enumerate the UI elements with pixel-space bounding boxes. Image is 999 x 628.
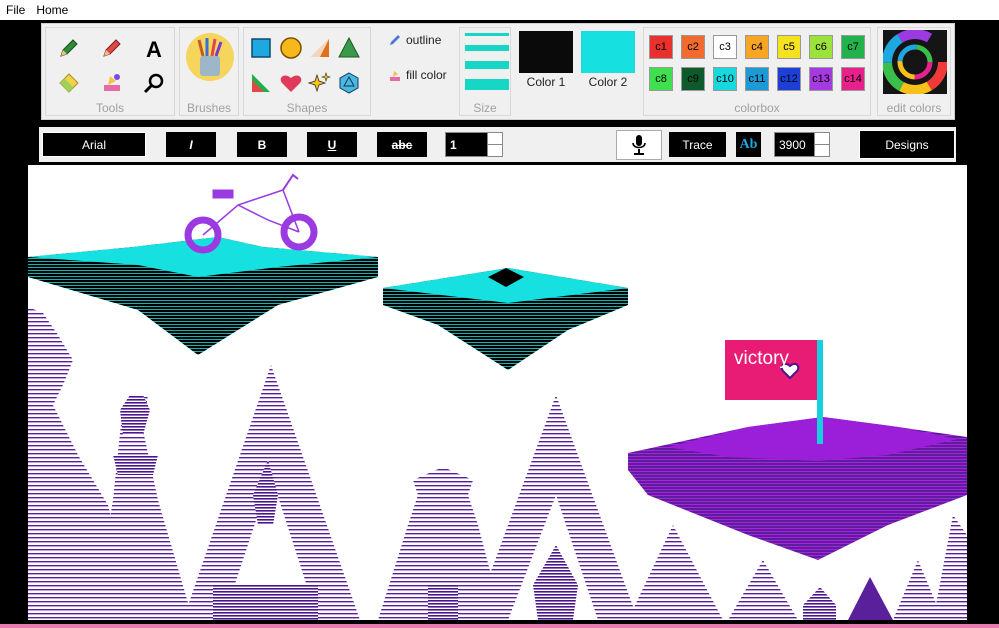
trace-button[interactable]: Trace	[669, 132, 726, 157]
svg-text:A: A	[146, 37, 162, 60]
small-peak-3	[803, 587, 836, 620]
sparkles-icon[interactable]	[307, 70, 333, 96]
color-swatch-c3[interactable]: c3	[713, 35, 737, 59]
size-group-label: Size	[473, 101, 497, 115]
menu-bar: File Home	[0, 0, 999, 20]
middle-pyramid	[473, 395, 638, 620]
outline-button[interactable]: outline	[388, 33, 441, 47]
size-option-1[interactable]	[465, 33, 509, 36]
colorbox-group-label: colorbox	[734, 101, 780, 115]
microphone-button[interactable]	[616, 130, 662, 160]
circle-shape-icon[interactable]	[278, 35, 304, 61]
right-triangle-shape-icon[interactable]	[307, 35, 333, 61]
format-bar: Arial I B U abc 1 Trace Ab 3900 Designs	[39, 127, 956, 162]
square-shape-icon[interactable]	[248, 35, 274, 61]
menu-home[interactable]: Home	[31, 3, 73, 17]
color-swatch-c5[interactable]: c5	[777, 35, 801, 59]
edit-colors-group: edit colors	[877, 27, 951, 116]
color-swatch-c14[interactable]: c14	[841, 67, 865, 91]
star-island-middle	[383, 268, 628, 370]
red-pencil-icon[interactable]	[99, 35, 125, 61]
underline-button[interactable]: U	[307, 132, 357, 157]
color-swatch-c4[interactable]: c4	[745, 35, 769, 59]
menu-file[interactable]: File	[1, 3, 30, 17]
trace-value-arrows[interactable]	[814, 133, 829, 156]
size-option-4[interactable]	[465, 79, 509, 90]
font-name-select[interactable]: Arial	[42, 132, 146, 157]
size-option-3[interactable]	[465, 61, 509, 69]
shapes-group-label: Shapes	[286, 101, 328, 115]
trace-value-stepper[interactable]: 3900	[774, 132, 830, 157]
color1-label: Color 1	[526, 75, 566, 89]
tall-pyramid	[183, 365, 360, 620]
tools-group-label: Tools	[95, 101, 124, 115]
color-swatch-c1[interactable]: c1	[649, 35, 673, 59]
gradient-triangle-icon[interactable]	[248, 70, 274, 96]
size-group: Size	[459, 27, 511, 116]
canvas-artwork	[28, 173, 967, 620]
floating-island-left	[28, 237, 378, 355]
fill-color-bucket-icon	[390, 71, 400, 81]
outline-label: outline	[406, 33, 442, 47]
drawing-canvas[interactable]: victory	[28, 165, 967, 620]
fill-color-label: fill color	[406, 68, 447, 82]
color-swatch-c8[interactable]: c8	[649, 67, 673, 91]
brushes-icon[interactable]	[184, 31, 236, 83]
colorbox-group: c1 c2 c3 c4 c5 c6 c7 c8 c9 c10 c11 c12 c13 c14 colorb…	[643, 27, 871, 116]
flag-text: victory	[734, 348, 789, 369]
brushes-group-label: Brushes	[186, 101, 232, 115]
font-size-arrows[interactable]	[487, 133, 502, 156]
font-size-stepper[interactable]: 1	[445, 132, 503, 157]
color-swatch-c10[interactable]: c10	[713, 67, 737, 91]
small-peak-4	[848, 577, 893, 620]
color-wheel-icon[interactable]	[883, 30, 947, 94]
color-swatch-c7[interactable]: c7	[841, 35, 865, 59]
color-swatch-c13[interactable]: c13	[809, 67, 833, 91]
bold-button[interactable]: B	[237, 132, 287, 157]
color2-label: Color 2	[588, 75, 628, 89]
text-style-button[interactable]: Ab	[736, 132, 761, 157]
color-swatch-c6[interactable]: c6	[809, 35, 833, 59]
triangle-shape-icon[interactable]	[336, 35, 362, 61]
text-tool-icon[interactable]: A	[141, 35, 167, 61]
strikethrough-button[interactable]: abc	[377, 132, 427, 157]
color2-swatch[interactable]	[581, 31, 635, 73]
eraser-icon[interactable]	[56, 70, 82, 96]
pencil-icon[interactable]	[56, 35, 82, 61]
ribbon-toolbar: A Tools Brushes Shapes outline fill colo…	[41, 23, 955, 120]
color-swatch-c12[interactable]: c12	[777, 67, 801, 91]
heart-shape-icon[interactable]	[278, 70, 304, 96]
font-size-value: 1	[450, 137, 457, 152]
designs-button[interactable]: Designs	[859, 130, 955, 159]
tools-group: A Tools	[45, 27, 175, 116]
outline-pencil-icon	[390, 35, 400, 45]
edit-colors-label: edit colors	[886, 101, 942, 115]
microphone-icon	[632, 135, 646, 155]
color-swatch-c11[interactable]: c11	[745, 67, 769, 91]
small-peak-6	[933, 515, 967, 620]
bottom-strip	[0, 620, 999, 628]
shapes-group: Shapes	[243, 27, 371, 116]
small-peak-1	[628, 525, 723, 620]
polyhedron-shape-icon[interactable]	[336, 70, 362, 96]
color-swatch-c9[interactable]: c9	[681, 67, 705, 91]
small-peak-2	[728, 560, 798, 620]
fill-color-button[interactable]: fill color	[388, 68, 447, 82]
fill-bucket-icon[interactable]	[99, 70, 125, 96]
magnifier-icon[interactable]	[141, 70, 167, 96]
color-swatch-c2[interactable]: c2	[681, 35, 705, 59]
italic-button[interactable]: I	[166, 132, 216, 157]
trace-value: 3900	[779, 137, 806, 152]
brushes-group: Brushes	[179, 27, 239, 116]
size-option-2[interactable]	[465, 45, 509, 51]
color1-swatch[interactable]	[519, 31, 573, 73]
